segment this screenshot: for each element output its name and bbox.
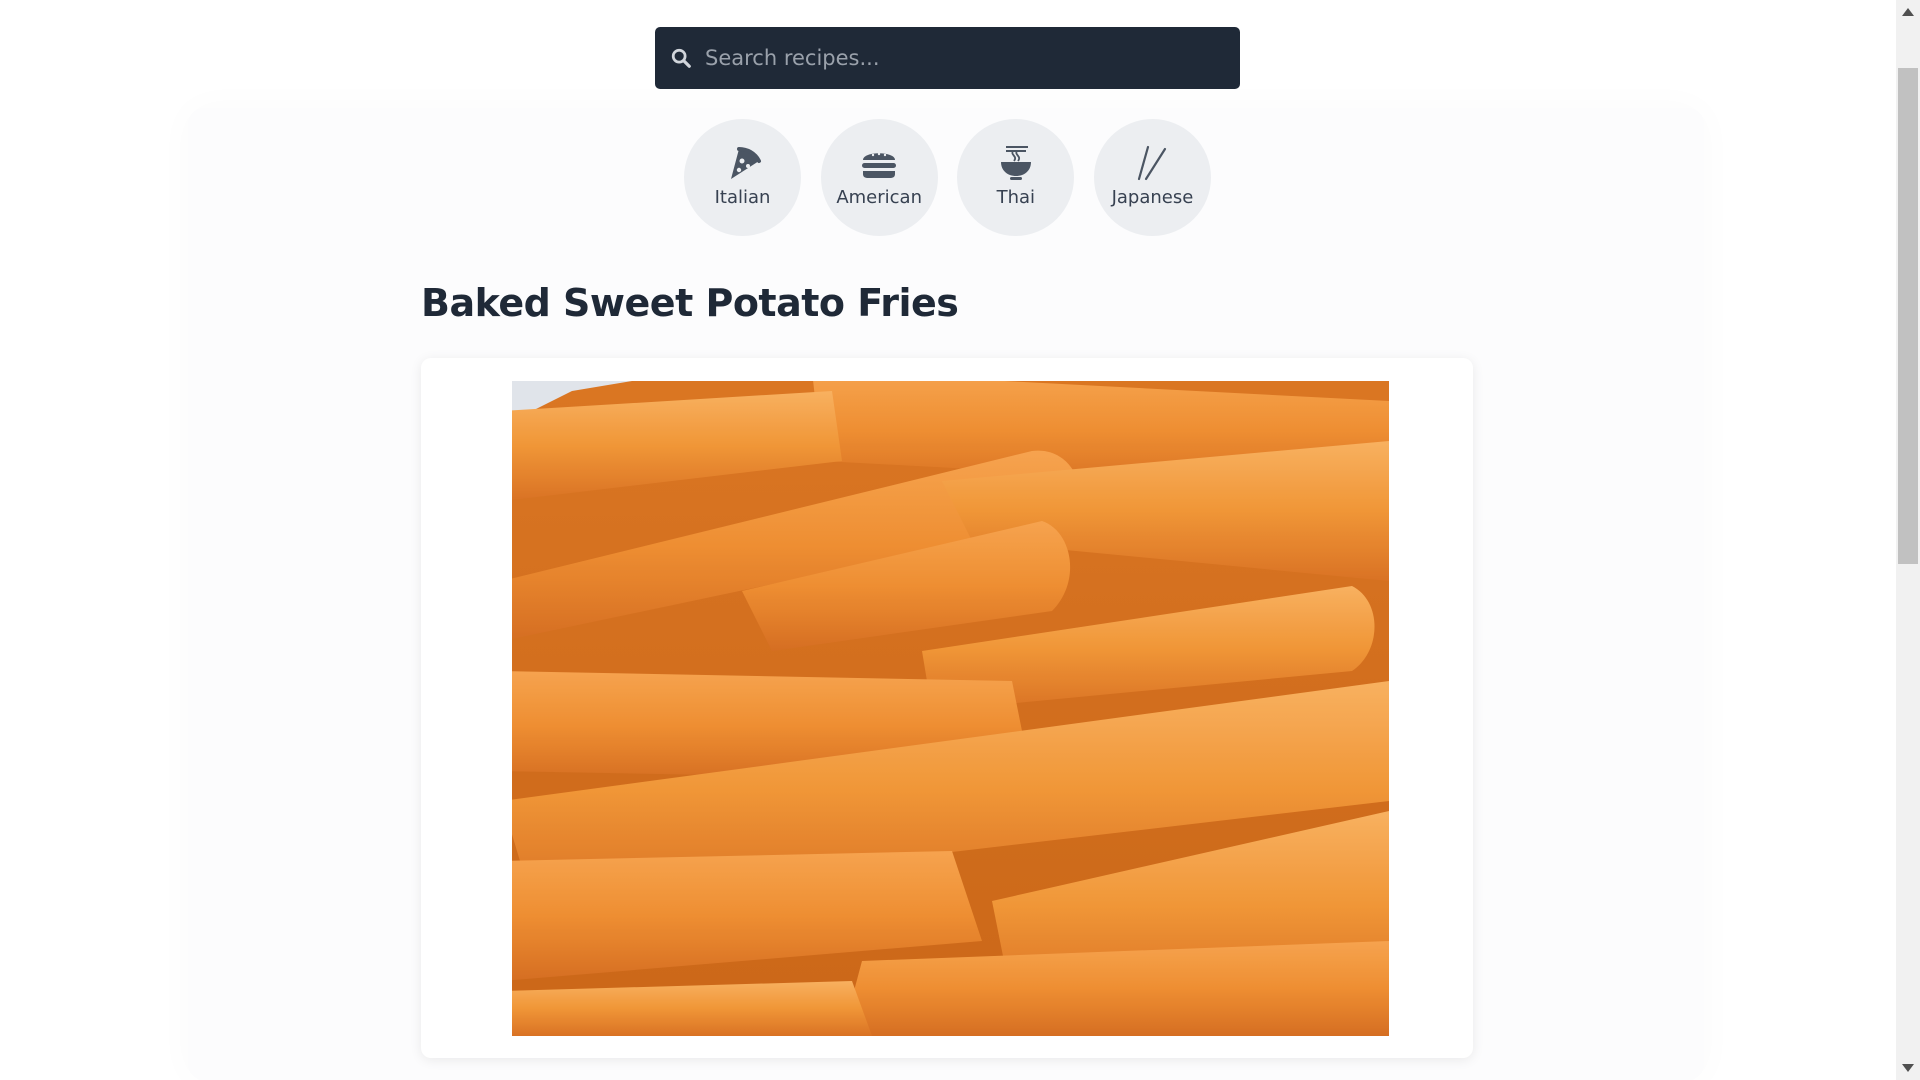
- recipe-photo: [512, 381, 1389, 1036]
- recipe-image-card: [421, 358, 1473, 1058]
- cuisine-filter-list: Italian American Thai Japanese: [684, 119, 1211, 236]
- cuisine-label: Italian: [714, 187, 771, 208]
- search-bar[interactable]: [655, 26, 1240, 90]
- recipe-title: Baked Sweet Potato Fries: [421, 281, 959, 325]
- scrollbar-thumb[interactable]: [1898, 68, 1918, 564]
- burger-icon: [859, 143, 899, 183]
- vertical-scrollbar[interactable]: [1896, 0, 1920, 1080]
- search-input[interactable]: [703, 26, 1240, 90]
- scroll-up-arrow-icon[interactable]: [1896, 2, 1920, 22]
- cuisine-japanese-button[interactable]: Japanese: [1093, 119, 1211, 236]
- cuisine-label: American: [836, 187, 922, 208]
- noodle-bowl-icon: [996, 143, 1036, 183]
- scroll-down-arrow-icon[interactable]: [1896, 1058, 1920, 1078]
- search-icon: [667, 44, 695, 72]
- pizza-icon: [723, 143, 763, 183]
- chopsticks-icon: [1132, 143, 1172, 183]
- cuisine-american-button[interactable]: American: [820, 119, 938, 236]
- cuisine-label: Thai: [996, 187, 1036, 208]
- cuisine-italian-button[interactable]: Italian: [684, 119, 801, 236]
- cuisine-label: Japanese: [1111, 187, 1194, 208]
- cuisine-thai-button[interactable]: Thai: [957, 119, 1075, 236]
